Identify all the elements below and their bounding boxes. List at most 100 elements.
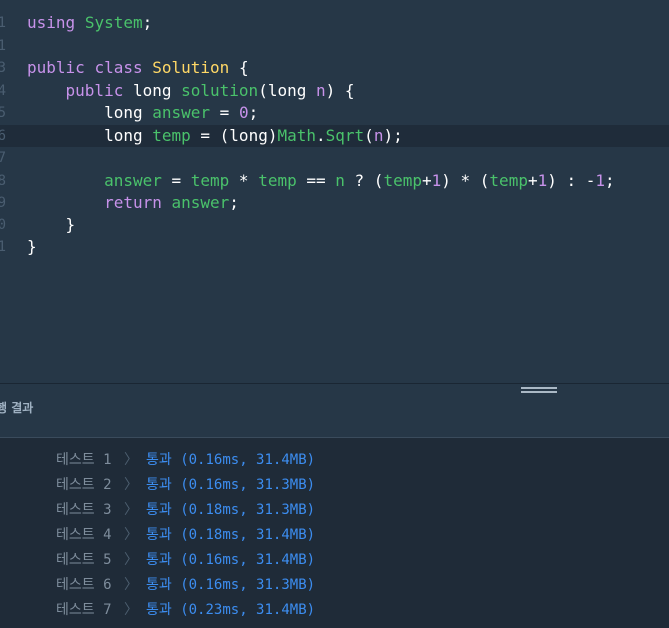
code-line[interactable]: 1} [0, 236, 669, 258]
test-result-row[interactable]: 테스트 2 〉 통과 (0.16ms, 31.3MB) [0, 473, 669, 498]
code-token: Solution [152, 58, 230, 77]
code-text: using System; [27, 12, 152, 34]
code-line[interactable]: 4 public long solution(long n) { [0, 80, 669, 102]
code-token: } [27, 215, 76, 234]
line-number: 7 [0, 150, 6, 166]
code-token: public [27, 58, 85, 77]
code-token: ; [229, 193, 239, 212]
test-label: 테스트 3 [56, 502, 112, 518]
code-line[interactable]: 6 long temp = (long)Math.Sqrt(n); [0, 125, 669, 147]
code-token: ); [383, 126, 403, 145]
result-panel-header: 행 결과 [0, 384, 669, 438]
code-token: public [65, 81, 124, 100]
code-token: using [27, 13, 76, 32]
code-token: n [335, 171, 345, 190]
test-pass-result: 통과 (0.16ms, 31.4MB) [146, 552, 316, 568]
code-token: * [229, 171, 259, 190]
code-token: answer [171, 193, 230, 212]
code-line[interactable]: 0 } [0, 214, 669, 236]
line-number: 6 [0, 128, 6, 144]
test-label: 테스트 6 [56, 577, 112, 593]
code-line[interactable]: 1 [0, 35, 669, 57]
code-token: 1 [431, 171, 442, 190]
code-token: long [123, 81, 182, 100]
line-number: 9 [0, 195, 6, 211]
code-token: long [27, 103, 153, 122]
test-pass-result: 통과 (0.18ms, 31.4MB) [146, 527, 316, 543]
code-token: Math [277, 126, 316, 145]
test-result-row[interactable]: 테스트 5 〉 통과 (0.16ms, 31.4MB) [0, 548, 669, 573]
test-pass-result: 통과 (0.16ms, 31.3MB) [146, 577, 316, 593]
code-line[interactable]: 7 [0, 147, 669, 169]
line-number: 0 [0, 217, 6, 233]
code-token: { [229, 58, 249, 77]
code-token: temp [258, 171, 297, 190]
line-number: 5 [0, 105, 6, 121]
chevron-right-icon: 〉 [124, 477, 138, 493]
code-line[interactable]: 9 return answer; [0, 192, 669, 214]
code-token: = [210, 103, 239, 122]
chevron-right-icon: 〉 [124, 527, 138, 543]
resize-handle-icon[interactable] [521, 387, 557, 396]
test-label: 테스트 1 [56, 452, 112, 468]
chevron-right-icon: 〉 [124, 502, 138, 518]
code-text: long answer = 0; [27, 102, 258, 124]
code-token: (long [258, 81, 316, 100]
code-token: ) * ( [441, 171, 490, 190]
test-result-row[interactable]: 테스트 1 〉 통과 (0.16ms, 31.4MB) [0, 448, 669, 473]
line-number: 8 [0, 173, 6, 189]
code-token: System [84, 13, 143, 32]
code-editor[interactable]: 1 using System; 1 3 public class Solution {4… [0, 0, 669, 383]
code-token: ) : - [547, 171, 596, 190]
line-number: 1 [0, 239, 6, 255]
chevron-right-icon: 〉 [124, 602, 138, 618]
code-token: solution [181, 81, 259, 100]
code-token: 0 [238, 103, 249, 122]
code-token: . [316, 126, 326, 145]
code-token: temp [383, 171, 422, 190]
test-result-row[interactable]: 테스트 4 〉 통과 (0.18ms, 31.4MB) [0, 523, 669, 548]
test-pass-result: 통과 (0.16ms, 31.4MB) [146, 452, 316, 468]
result-panel-title: 행 결과 [0, 401, 34, 415]
code-token: 1 [537, 171, 548, 190]
test-result-row[interactable]: 테스트 7 〉 통과 (0.23ms, 31.4MB) [0, 598, 669, 623]
code-token: ) { [325, 81, 355, 100]
code-token: answer [152, 103, 211, 122]
test-pass-result: 통과 (0.16ms, 31.3MB) [146, 477, 316, 493]
code-token: == [296, 171, 336, 190]
code-text: public class Solution { [27, 57, 249, 79]
test-result-row[interactable]: 테스트 3 〉 통과 (0.18ms, 31.3MB) [0, 498, 669, 523]
code-line[interactable]: 1 using System; [0, 12, 669, 34]
code-token: ; [248, 103, 259, 122]
code-token: } [27, 237, 37, 256]
code-token: + [527, 171, 538, 190]
chevron-right-icon: 〉 [124, 577, 138, 593]
test-result-row[interactable]: 테스트 6 〉 통과 (0.16ms, 31.3MB) [0, 573, 669, 598]
line-number: 4 [0, 83, 6, 99]
code-token: ( [364, 126, 374, 145]
code-token: answer [104, 171, 162, 190]
line-number: 1 [0, 15, 6, 31]
code-token: ? ( [344, 171, 384, 190]
code-token: + [421, 171, 432, 190]
line-number: 3 [0, 60, 6, 76]
test-pass-result: 통과 (0.23ms, 31.4MB) [146, 602, 316, 618]
test-label: 테스트 5 [56, 552, 112, 568]
code-text: } [27, 214, 76, 236]
test-label: 테스트 2 [56, 477, 112, 493]
code-token: class [94, 58, 143, 77]
line-number: 1 [0, 38, 6, 54]
code-text: answer = temp * temp == n ? (temp+1) * (… [27, 170, 615, 192]
code-token: temp [190, 171, 230, 190]
code-line[interactable]: 8 answer = temp * temp == n ? (temp+1) *… [0, 170, 669, 192]
code-token: temp [489, 171, 528, 190]
code-text: return answer; [27, 192, 239, 214]
code-line[interactable]: 5 long answer = 0; [0, 102, 669, 124]
code-line[interactable]: 3 public class Solution { [0, 57, 669, 79]
